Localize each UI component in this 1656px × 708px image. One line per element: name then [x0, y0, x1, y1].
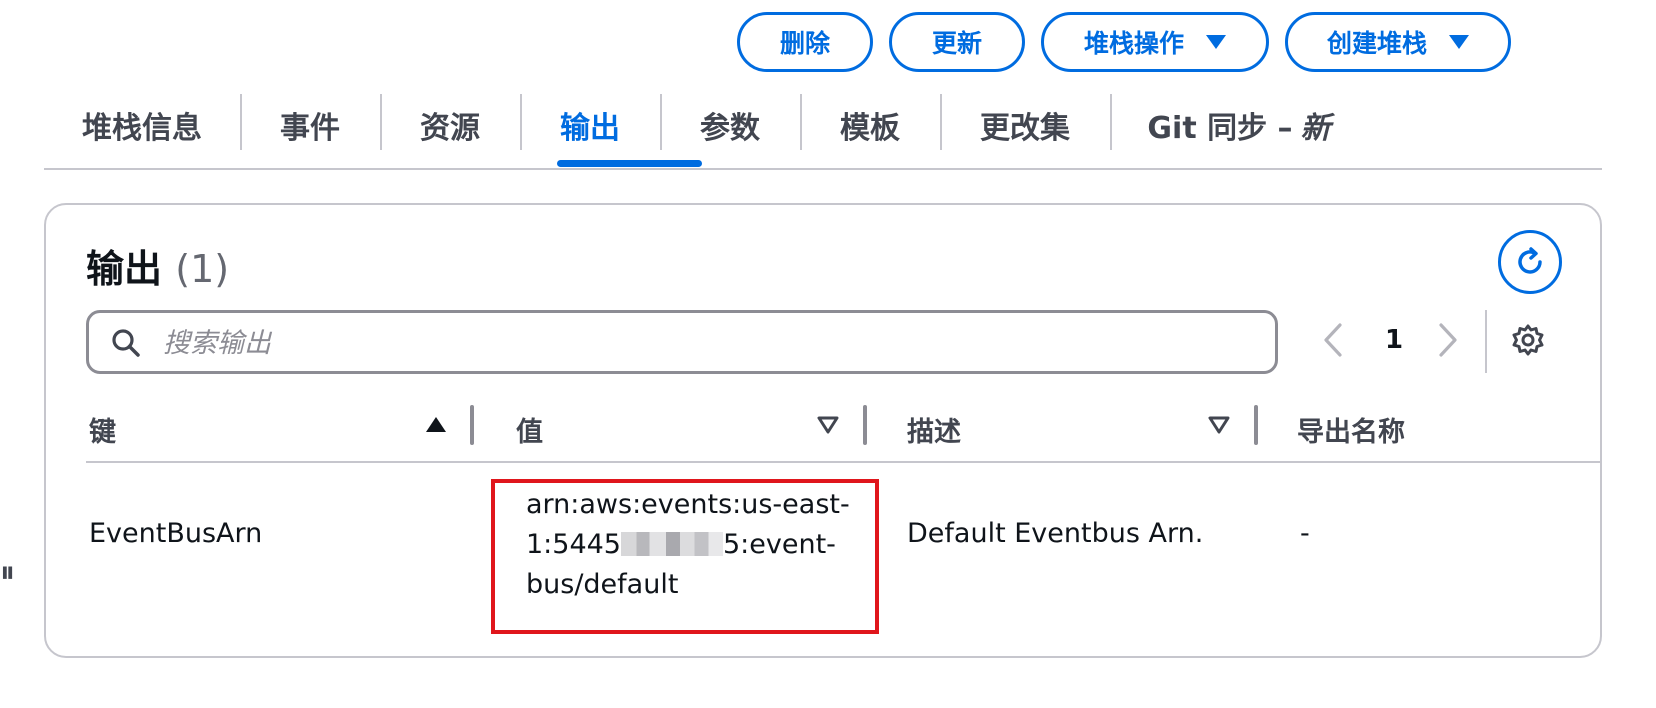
tab-divider — [380, 94, 382, 150]
tab-label: Git 同步 – — [1147, 111, 1293, 146]
column-label: 键 — [89, 417, 116, 448]
search-input[interactable] — [163, 321, 1263, 365]
tab-template[interactable]: 模板 — [800, 82, 940, 168]
tab-label: 参数 — [700, 111, 760, 146]
settings-icon[interactable] — [1511, 323, 1545, 357]
highlight-annotation — [491, 479, 879, 634]
search-field[interactable] — [86, 310, 1278, 374]
panel-title-text: 输出 — [86, 247, 163, 291]
stack-tabs: 堆栈信息 事件 资源 输出 参数 模板 更改集 Git 同步 – 新 — [44, 82, 1602, 170]
tab-stack-info[interactable]: 堆栈信息 — [44, 82, 240, 168]
column-label: 导出名称 — [1297, 417, 1405, 448]
table-header-divider — [86, 461, 1602, 463]
create-stack-dropdown[interactable]: 创建堆栈 — [1285, 12, 1511, 72]
column-resizer[interactable] — [470, 405, 474, 445]
create-stack-label: 创建堆栈 — [1326, 29, 1427, 58]
output-key: EventBusArn — [89, 518, 263, 549]
tab-divider — [660, 94, 662, 150]
tab-outputs[interactable]: 输出 — [520, 82, 660, 168]
tab-divider — [240, 94, 242, 150]
refresh-icon — [1518, 247, 1542, 274]
sort-icon[interactable] — [816, 415, 840, 435]
column-label: 值 — [516, 417, 543, 448]
column-resizer[interactable] — [1254, 405, 1258, 445]
column-header-description[interactable]: 描述 — [907, 410, 961, 449]
tab-resources[interactable]: 资源 — [380, 82, 520, 168]
column-header-export-name[interactable]: 导出名称 — [1297, 410, 1405, 449]
tab-label: 输出 — [560, 111, 620, 146]
outputs-count: (1) — [175, 247, 230, 291]
sort-icon[interactable] — [1207, 415, 1231, 435]
tab-parameters[interactable]: 参数 — [660, 82, 800, 168]
output-export-name: - — [1300, 518, 1310, 549]
stack-actions-label: 堆栈操作 — [1083, 29, 1184, 58]
tab-divider — [520, 94, 522, 150]
refresh-button[interactable] — [1498, 230, 1562, 294]
tab-label: 模板 — [840, 111, 900, 146]
output-description: Default Eventbus Arn. — [907, 518, 1204, 549]
column-header-value[interactable]: 值 — [516, 410, 543, 449]
caret-down-icon — [1449, 35, 1469, 49]
update-button[interactable]: 更新 — [889, 12, 1025, 72]
stack-actions-dropdown[interactable]: 堆栈操作 — [1041, 12, 1269, 72]
tab-divider — [940, 94, 942, 150]
search-icon — [112, 329, 140, 357]
tab-label: 事件 — [280, 111, 340, 146]
sort-ascending-icon[interactable] — [424, 415, 448, 435]
caret-down-icon — [1206, 35, 1226, 49]
new-badge: 新 — [1300, 111, 1331, 146]
delete-button-label: 删除 — [779, 29, 830, 58]
chevron-right-icon[interactable] — [1437, 322, 1459, 358]
tab-label: 资源 — [420, 111, 480, 146]
resize-handle-icon[interactable]: ⏸ — [0, 555, 15, 590]
page-number[interactable]: 1 — [1385, 325, 1403, 355]
tab-git-sync[interactable]: Git 同步 – 新 — [1110, 82, 1368, 168]
tab-events[interactable]: 事件 — [240, 82, 380, 168]
tab-change-sets[interactable]: 更改集 — [940, 82, 1110, 168]
active-tab-indicator — [557, 160, 702, 167]
tab-divider — [1110, 94, 1112, 150]
tab-label: 更改集 — [980, 111, 1070, 146]
panel-title: 输出 (1) — [86, 238, 229, 293]
chevron-left-icon[interactable] — [1322, 322, 1344, 358]
column-resizer[interactable] — [863, 405, 867, 445]
column-label: 描述 — [907, 417, 961, 448]
tab-label: 堆栈信息 — [82, 111, 202, 146]
column-header-key[interactable]: 键 — [89, 410, 116, 449]
pager-divider — [1485, 310, 1487, 373]
delete-button[interactable]: 删除 — [737, 12, 873, 72]
update-button-label: 更新 — [931, 29, 982, 58]
tab-divider — [800, 94, 802, 150]
